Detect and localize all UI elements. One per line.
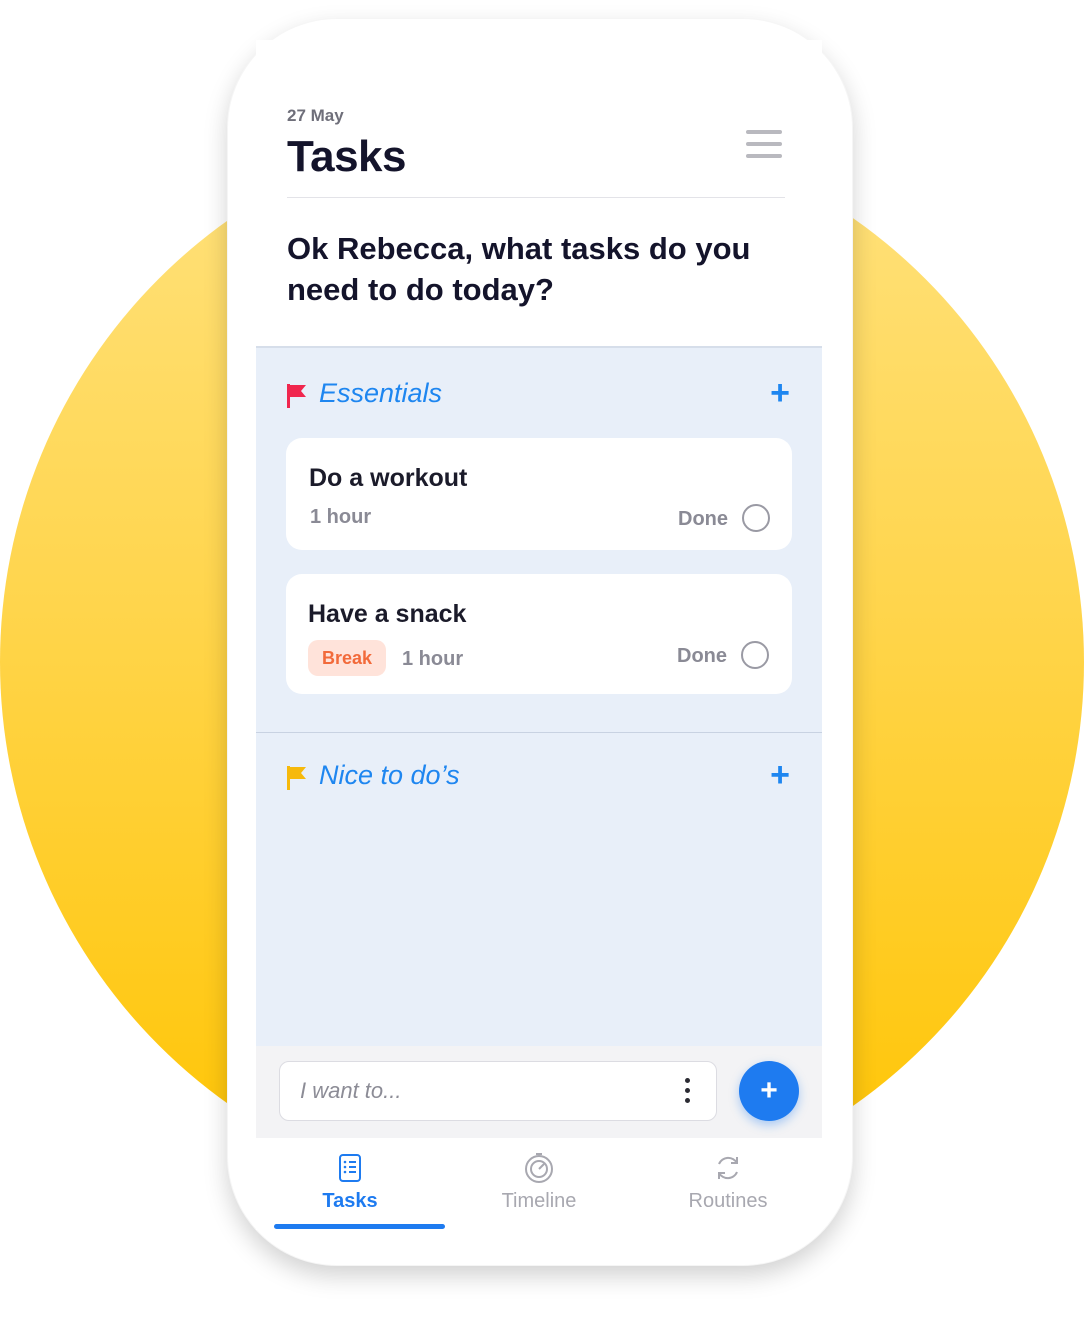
- tab-label: Tasks: [322, 1190, 378, 1212]
- task-duration: 1 hour: [310, 506, 372, 528]
- more-options-icon[interactable]: [684, 1078, 690, 1104]
- add-task-button[interactable]: +: [739, 1061, 799, 1121]
- bottom-tab-bar: Tasks Timeline Routines: [256, 1138, 822, 1230]
- section-label-nice-to-dos: Nice to do’s: [319, 760, 460, 790]
- task-input[interactable]: I want to...: [279, 1061, 717, 1121]
- section-essentials-header: Essentials +: [287, 376, 797, 412]
- yellow-flag-icon: [287, 766, 306, 790]
- timeline-gauge-icon: [525, 1153, 553, 1183]
- task-input-bar: I want to... +: [256, 1046, 822, 1139]
- header-divider: [287, 197, 785, 198]
- task-list-area: Essentials + Do a workout 1 hour Done Ha…: [256, 346, 822, 1048]
- tab-timeline[interactable]: Timeline: [445, 1152, 633, 1222]
- routines-refresh-icon: [718, 1156, 738, 1180]
- task-title: Do a workout: [309, 464, 468, 492]
- prompt-heading: Ok Rebecca, what tasks do you need to do…: [287, 231, 751, 307]
- task-title: Have a snack: [308, 600, 467, 628]
- task-duration: 1 hour: [402, 648, 464, 670]
- tab-tasks[interactable]: Tasks: [256, 1152, 444, 1222]
- done-label: Done: [678, 508, 728, 530]
- section-label-essentials: Essentials: [319, 378, 443, 408]
- task-tag-badge: Break: [308, 640, 387, 676]
- done-label: Done: [677, 645, 727, 667]
- task-input-placeholder: I want to...: [300, 1078, 402, 1103]
- red-flag-icon: [287, 384, 306, 408]
- done-checkbox[interactable]: [741, 641, 769, 669]
- active-tab-indicator: [274, 1224, 445, 1229]
- task-card[interactable]: Do a workout 1 hour Done: [286, 438, 792, 550]
- section-divider: [256, 732, 822, 733]
- tab-routines[interactable]: Routines: [634, 1152, 822, 1222]
- tasks-list-icon: [339, 1154, 361, 1182]
- add-nice-to-do-button[interactable]: +: [763, 758, 797, 792]
- tab-label: Routines: [688, 1190, 768, 1212]
- page-title: Tasks: [287, 132, 407, 181]
- header-date: 27 May: [287, 106, 344, 125]
- section-nice-to-dos-header: Nice to do’s +: [287, 758, 797, 794]
- app-screen: 27 May Tasks Ok Rebecca, what tasks do y…: [256, 40, 822, 1230]
- task-card[interactable]: Have a snack Break 1 hour Done: [286, 574, 792, 694]
- tab-label: Timeline: [501, 1190, 577, 1212]
- add-essential-button[interactable]: +: [763, 376, 797, 410]
- hamburger-menu-icon[interactable]: [746, 128, 784, 162]
- done-checkbox[interactable]: [742, 504, 770, 532]
